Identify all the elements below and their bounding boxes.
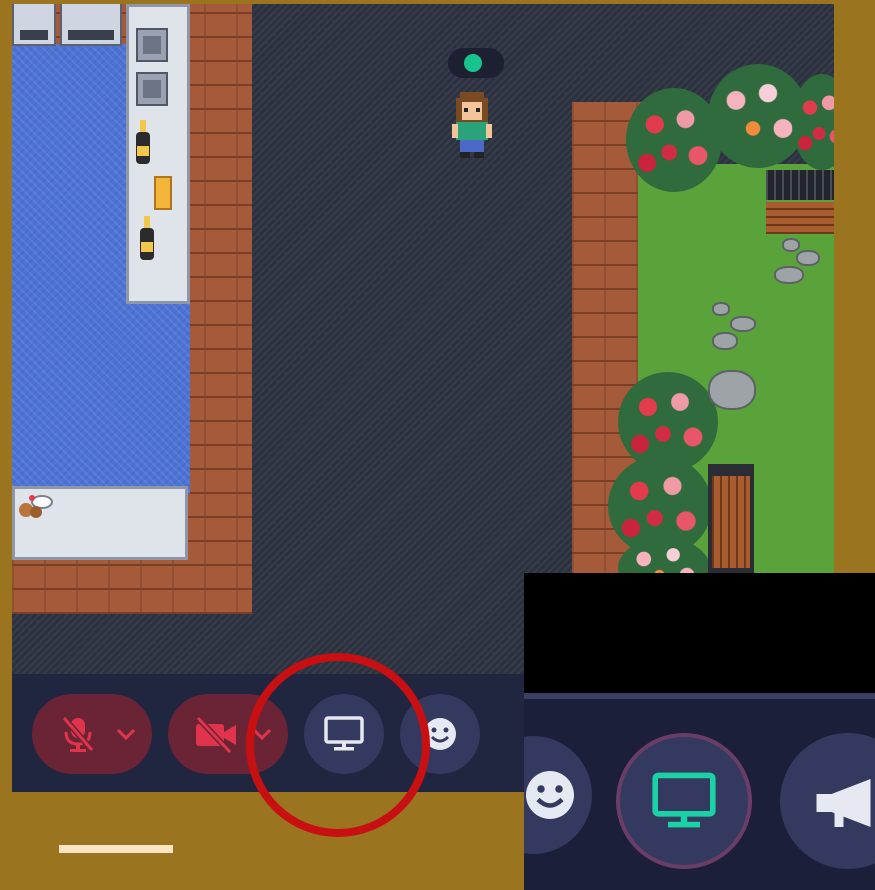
stepping-stone bbox=[730, 316, 756, 332]
screen-share-button[interactable] bbox=[304, 694, 384, 774]
microphone-off-icon bbox=[61, 716, 95, 752]
microphone-toggle-button[interactable] bbox=[32, 694, 152, 774]
food-plate-icon bbox=[19, 495, 53, 518]
chevron-down-icon[interactable] bbox=[250, 722, 274, 746]
champagne-bottle bbox=[136, 120, 150, 164]
sink bbox=[136, 72, 168, 106]
park-bench bbox=[766, 170, 834, 236]
inset-black-area bbox=[524, 573, 875, 693]
stepping-stone bbox=[712, 332, 738, 350]
stepping-stone bbox=[782, 238, 800, 252]
smiley-icon bbox=[424, 718, 456, 750]
megaphone-icon bbox=[816, 779, 871, 827]
online-status-dot bbox=[464, 54, 482, 72]
stove-appliance bbox=[12, 4, 56, 46]
player-avatar[interactable] bbox=[446, 88, 498, 158]
monitor-icon bbox=[652, 772, 716, 828]
emoji-reaction-button[interactable] bbox=[400, 694, 480, 774]
screen-share-button-active[interactable] bbox=[616, 733, 752, 869]
stepping-stone bbox=[774, 266, 804, 284]
rose-bush bbox=[626, 88, 722, 192]
chevron-down-icon[interactable] bbox=[114, 722, 138, 746]
beer-mug bbox=[154, 176, 172, 210]
emoji-reaction-button[interactable] bbox=[524, 736, 592, 854]
zoomed-toolbar-inset bbox=[524, 573, 875, 890]
avatar-status-indicator bbox=[448, 48, 504, 78]
garden-rock bbox=[708, 370, 756, 410]
smiley-icon bbox=[526, 771, 574, 819]
media-toolbar bbox=[12, 674, 524, 792]
champagne-bottle bbox=[140, 216, 154, 260]
monitor-icon bbox=[324, 716, 364, 751]
oven-appliance bbox=[60, 4, 122, 46]
sink bbox=[136, 28, 168, 62]
stepping-stone bbox=[712, 302, 730, 316]
broadcast-button[interactable] bbox=[780, 733, 875, 869]
inset-divider bbox=[524, 693, 875, 699]
camera-toggle-button[interactable] bbox=[168, 694, 288, 774]
underline-annotation bbox=[59, 845, 173, 853]
stepping-stone bbox=[796, 250, 820, 266]
park-bench bbox=[708, 464, 754, 574]
camera-off-icon bbox=[195, 715, 236, 755]
